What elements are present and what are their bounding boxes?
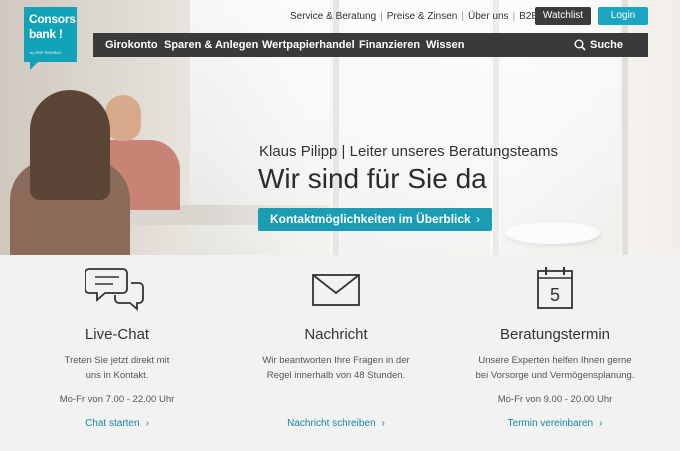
logo-speech-tip [30, 62, 38, 70]
appointment-description-line-2: bei Vorsorge und Vermögensplanung. [475, 370, 635, 381]
link-service-beratung[interactable]: Service & Beratung [290, 11, 376, 22]
live-chat-description-line-1: Treten Sie jetzt direkt mit [64, 355, 170, 366]
envelope-icon [236, 265, 436, 315]
login-button[interactable]: Login [598, 7, 648, 25]
live-chat-hours: Mo-Fr von 7.00 - 22.00 Uhr [59, 394, 175, 405]
cta-label: Kontaktmöglichkeiten im Überblick [270, 212, 471, 226]
main-navigation: Girokonto Sparen & Anlegen Wertpapierhan… [93, 33, 648, 57]
link-preise-zinsen[interactable]: Preise & Zinsen [387, 11, 458, 22]
chat-start-link[interactable]: Chat starten › [17, 418, 217, 429]
message-description-line-1: Wir beantworten Ihre Fragen in der [262, 355, 410, 366]
search-button[interactable]: Suche [574, 33, 624, 57]
hero-title: Wir sind für Sie da [258, 163, 487, 194]
message-description-line-2: Regel innerhalb von 48 Stunden. [266, 370, 406, 381]
message-write-label: Nachricht schreiben [287, 418, 376, 429]
message-write-link[interactable]: Nachricht schreiben › [236, 418, 436, 429]
appointment-title: Beratungstermin [499, 326, 611, 343]
contact-overview-button[interactable]: Kontaktmöglichkeiten im Überblick › [258, 208, 492, 231]
chevron-right-icon: › [381, 418, 385, 429]
link-separator: | [380, 11, 383, 22]
nav-item-sparen-anlegen[interactable]: Sparen & Anlegen [164, 33, 258, 57]
logo-line-1: Consors [29, 12, 76, 26]
nav-item-wertpapierhandel[interactable]: Wertpapierhandel [262, 33, 355, 57]
search-icon [574, 39, 586, 51]
link-ueber-uns[interactable]: Über uns [468, 11, 509, 22]
appointment-description: Unsere Experten helfen Ihnen gerne bei V… [455, 353, 655, 383]
live-chat-description-line-2: uns in Kontakt. [85, 370, 149, 381]
consorsbank-logo[interactable]: Consors bank ! by BNP PARIBAS [24, 7, 77, 70]
appointment-book-link[interactable]: Termin vereinbaren › [455, 418, 655, 429]
chevron-right-icon: › [476, 212, 480, 226]
calendar-day-number: 5 [550, 285, 560, 305]
chat-bubbles-icon [17, 265, 217, 315]
message-title: Nachricht [304, 326, 368, 343]
logo-tagline: by BNP PARIBAS [30, 50, 62, 55]
logo-line-2: bank ! [29, 27, 63, 41]
nav-item-finanzieren[interactable]: Finanzieren [359, 33, 420, 57]
chevron-right-icon: › [145, 418, 149, 429]
live-chat-description: Treten Sie jetzt direkt mit uns in Konta… [17, 353, 217, 383]
chevron-right-icon: › [599, 418, 603, 429]
watchlist-button[interactable]: Watchlist [535, 7, 591, 25]
live-chat-title: Live-Chat [84, 326, 150, 343]
appointment-book-label: Termin vereinbaren [507, 418, 594, 429]
appointment-hours: Mo-Fr von 9.00 - 20.00 Uhr [497, 394, 613, 405]
chat-start-label: Chat starten [85, 418, 140, 429]
calendar-icon: 5 [455, 265, 655, 315]
search-label: Suche [590, 39, 624, 51]
nav-item-wissen[interactable]: Wissen [426, 33, 464, 57]
service-links: Service & Beratung | Preise & Zinsen | Über … [290, 11, 538, 22]
appointment-description-line-1: Unsere Experten helfen Ihnen gerne [478, 355, 632, 366]
hero-subtitle: Klaus Pilipp | Leiter unseres Beratungst… [259, 143, 559, 160]
link-separator: | [512, 11, 516, 22]
contact-options-section: Live-Chat Treten Sie jetzt direkt mit un… [0, 255, 680, 451]
nav-item-girokonto[interactable]: Girokonto [105, 33, 158, 57]
message-description: Wir beantworten Ihre Fragen in der Regel… [236, 353, 436, 383]
link-separator: | [461, 11, 464, 22]
